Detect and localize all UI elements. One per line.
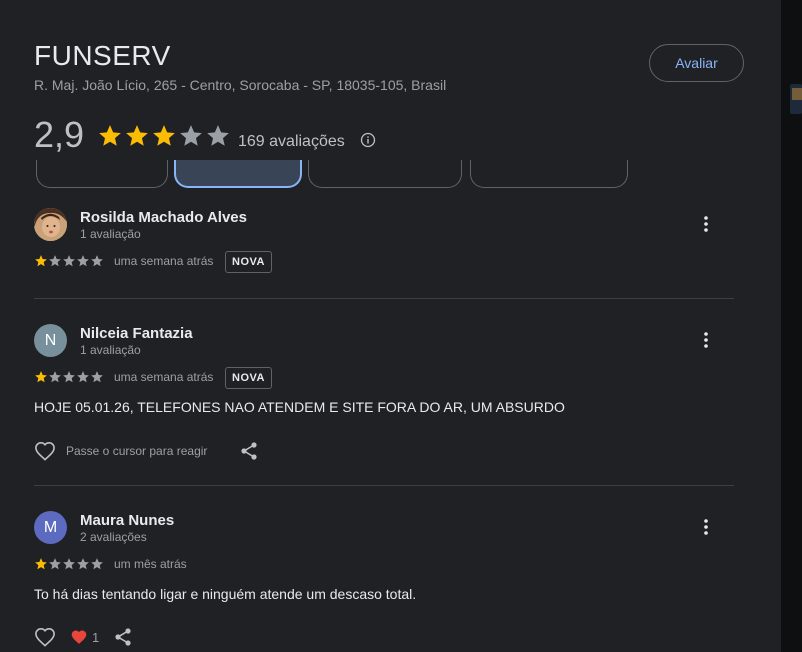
star-filled-icon [126,125,148,146]
star-filled-icon [99,125,121,146]
star-empty-icon [63,255,75,267]
more-options-icon[interactable] [698,330,714,350]
review-date: uma semana atrás [114,254,214,268]
star-empty-icon [49,558,61,570]
filter-chip-1[interactable] [36,160,168,188]
star-empty-icon [77,558,89,570]
background-thumbnail-detail [792,88,802,100]
new-badge: NOVA [225,367,272,389]
reviewer-review-count: 1 avaliação [80,227,141,241]
heart-filled-icon [71,630,87,644]
place-title: FUNSERV [34,40,171,71]
heart-outline-icon[interactable] [34,627,56,647]
like-count: 1 [92,629,100,645]
reviewer-review-count: 2 avaliações [80,530,147,544]
more-options-icon[interactable] [698,517,714,537]
avatar-photo [34,208,67,241]
star-filled-icon [35,255,47,267]
divider [34,485,734,486]
divider [34,298,734,299]
star-empty-icon [63,371,75,383]
reviewer-name[interactable]: Maura Nunes [80,512,174,529]
info-icon[interactable] [360,132,376,148]
side-strip [781,0,802,652]
review-actions: Passe o cursor para reagir [34,441,259,461]
filter-chip-3[interactable] [308,160,462,188]
star-filled-icon [35,371,47,383]
star-empty-icon [77,371,89,383]
review-item: N Nilceia Fantazia 1 avaliação uma seman… [34,324,734,474]
review-text: To há dias tentando ligar e ninguém aten… [34,586,417,602]
reviews-panel: FUNSERV R. Maj. João Lício, 265 - Centro… [0,0,781,652]
rate-button[interactable]: Avaliar [649,44,744,82]
star-empty-icon [180,125,202,146]
review-actions: 1 [34,627,133,647]
review-stars [34,254,104,268]
react-hint: Passe o cursor para reagir [66,444,208,458]
reviewer-review-count: 1 avaliação [80,343,141,357]
review-stars [34,557,104,571]
reviews-count: 169 avaliações [238,133,345,150]
star-filled-icon [35,558,47,570]
reviewer-name[interactable]: Nilceia Fantazia [80,325,193,342]
place-address: R. Maj. João Lício, 265 - Centro, Soroca… [34,77,447,93]
reviewer-name[interactable]: Rosilda Machado Alves [80,209,247,226]
share-icon[interactable] [113,627,133,647]
star-empty-icon [91,371,103,383]
review-text: HOJE 05.01.26, TELEFONES NAO ATENDEM E S… [34,399,565,415]
star-empty-icon [91,558,103,570]
review-stars [34,370,104,384]
avatar[interactable] [34,208,67,241]
star-empty-icon [77,255,89,267]
new-badge: NOVA [225,251,272,273]
rating-stars [97,123,231,149]
star-filled-icon [153,125,175,146]
star-empty-icon [49,255,61,267]
avatar[interactable]: M [34,511,67,544]
review-date: uma semana atrás [114,370,214,384]
share-icon[interactable] [239,441,259,461]
star-empty-icon [63,558,75,570]
filter-chip-4[interactable] [470,160,628,188]
star-empty-icon [207,125,229,146]
rating-value: 2,9 [34,114,85,155]
filter-chip-2-selected[interactable] [174,160,302,188]
heart-outline-icon[interactable] [34,441,56,461]
review-item: M Maura Nunes 2 avaliações um mês atrás … [34,511,734,652]
star-empty-icon [91,255,103,267]
star-empty-icon [49,371,61,383]
more-options-icon[interactable] [698,214,714,234]
avatar[interactable]: N [34,324,67,357]
review-item: Rosilda Machado Alves 1 avaliação uma se… [34,208,734,288]
review-date: um mês atrás [114,557,187,571]
